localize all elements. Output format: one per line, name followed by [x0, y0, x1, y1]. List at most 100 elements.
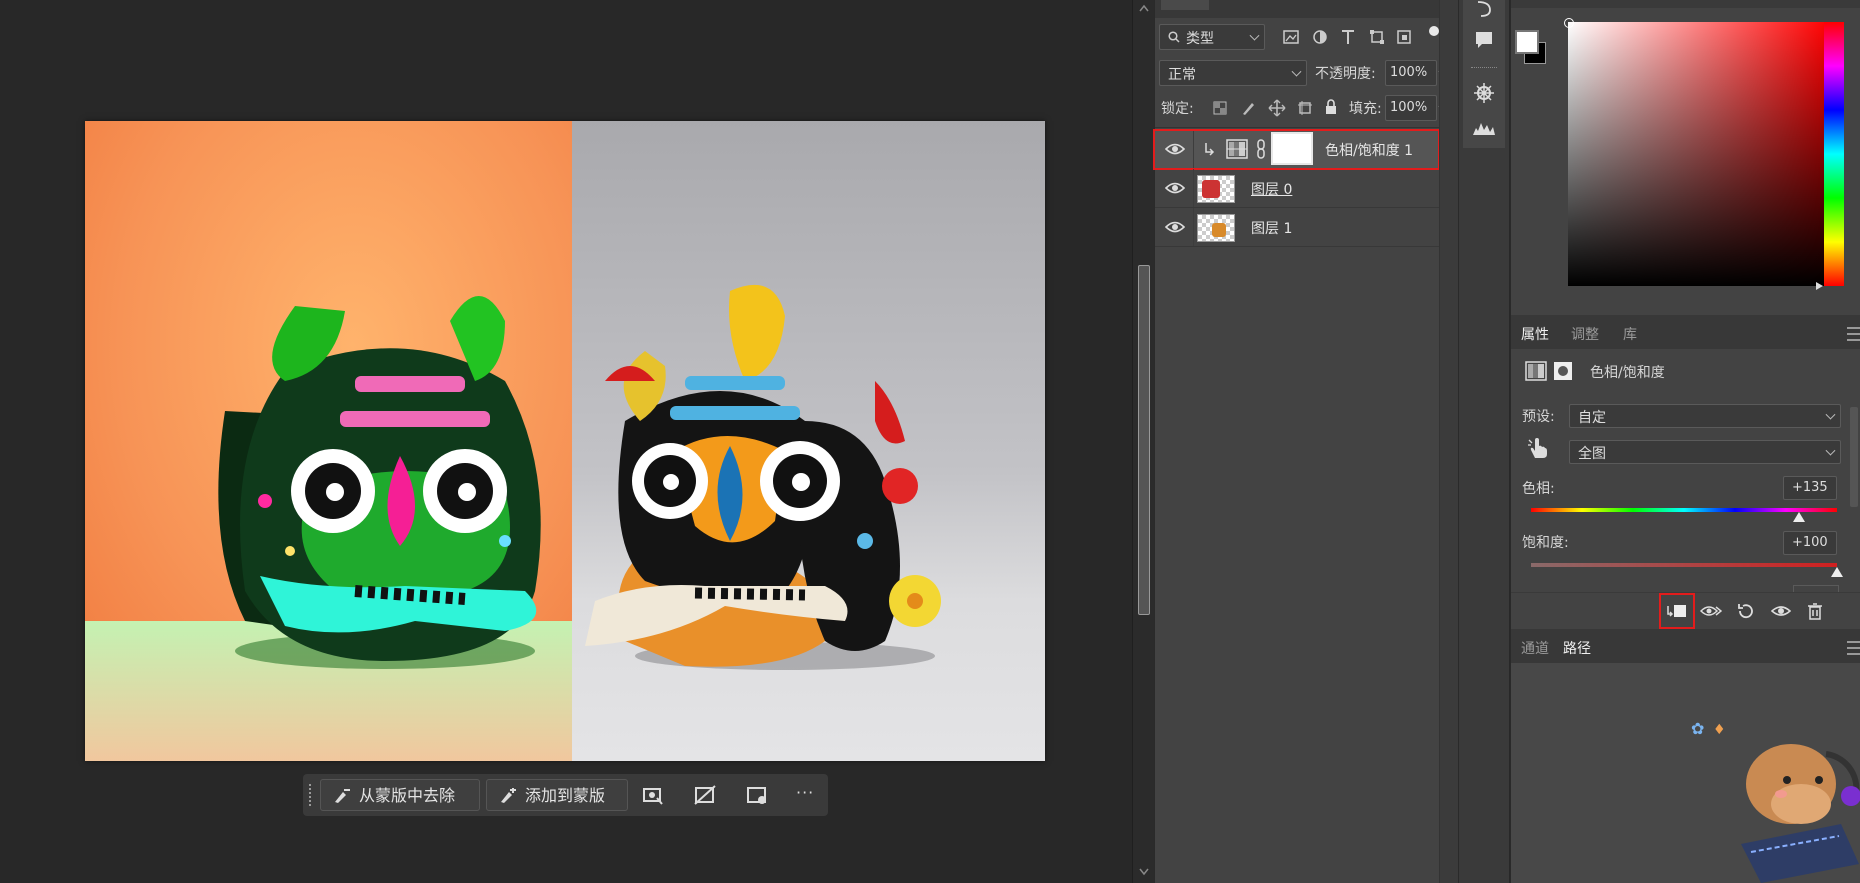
- paths-panel: 通道 路径 ✿ ♦: [1511, 629, 1860, 883]
- lock-position-icon[interactable]: [1268, 99, 1286, 117]
- layers-scrollbar[interactable]: [1439, 0, 1460, 883]
- chevron-down-icon: [1249, 30, 1260, 41]
- color-tab-strip: [1511, 0, 1860, 8]
- blend-mode-value: 正常: [1168, 67, 1196, 83]
- opacity-value: 100%: [1390, 65, 1428, 80]
- lock-label: 锁定:: [1161, 101, 1194, 117]
- view-mask-icon[interactable]: [744, 782, 770, 808]
- hue-label: 色相:: [1522, 481, 1555, 497]
- svg-text:✿: ✿: [1691, 719, 1704, 738]
- paths-tabbar: 通道 路径: [1511, 629, 1860, 663]
- histogram-icon[interactable]: [1472, 118, 1496, 136]
- opacity-input[interactable]: 100%: [1385, 60, 1437, 86]
- tab-adjustments[interactable]: 调整: [1571, 324, 1599, 344]
- hue-slider-thumb[interactable]: [1792, 512, 1805, 522]
- panel-icon-strip: [1458, 0, 1509, 883]
- divider: [1193, 208, 1194, 246]
- range-select[interactable]: 全图: [1569, 440, 1841, 464]
- layer-filter-label: 类型: [1186, 31, 1214, 47]
- subtract-from-mask-label: 从蒙版中去除: [359, 786, 456, 805]
- comment-icon[interactable]: [1474, 30, 1494, 50]
- targeted-adjustment-hand-icon[interactable]: [1527, 436, 1549, 460]
- foreground-color-swatch[interactable]: [1515, 30, 1539, 54]
- lock-image-pixels-icon[interactable]: [1241, 100, 1257, 116]
- tab-libraries[interactable]: 库: [1623, 324, 1637, 344]
- layers-panel: 类型 正常 不透明度: 100% 锁定: 填充: 100% 色相/饱和度 1 图…: [1153, 0, 1460, 883]
- pixel-filter-icon[interactable]: [1283, 30, 1299, 44]
- mask-icon[interactable]: [1553, 361, 1573, 381]
- saturation-input[interactable]: +100: [1783, 531, 1837, 555]
- canvas-area[interactable]: 从蒙版中去除 添加到蒙版 ···: [0, 0, 1132, 883]
- capybara-sticker: ✿ ♦: [1691, 719, 1860, 883]
- adjustment-filter-icon[interactable]: [1312, 29, 1328, 45]
- lightness-field-partial[interactable]: [1793, 585, 1839, 592]
- hue-input[interactable]: +135: [1783, 476, 1837, 500]
- add-to-mask-button[interactable]: 添加到蒙版: [486, 779, 628, 811]
- document-image[interactable]: [85, 121, 1045, 761]
- preset-select[interactable]: 自定: [1569, 404, 1841, 428]
- selection-highlight: [1153, 129, 1440, 170]
- divider: [1155, 127, 1439, 128]
- layers-tab[interactable]: [1161, 0, 1209, 10]
- history-icon[interactable]: [1475, 0, 1493, 18]
- layer-thumbnail[interactable]: [1197, 214, 1235, 242]
- toggle-visibility-icon[interactable]: [1771, 604, 1791, 618]
- thumbnail-content: [1212, 223, 1226, 237]
- subtract-from-mask-button[interactable]: 从蒙版中去除: [320, 779, 480, 811]
- scroll-down-icon[interactable]: [1139, 868, 1149, 876]
- contextual-task-bar: 从蒙版中去除 添加到蒙版 ···: [303, 774, 828, 816]
- view-previous-state-icon[interactable]: [1700, 603, 1722, 619]
- navigator-wheel-icon[interactable]: [1473, 82, 1495, 104]
- blend-mode-select[interactable]: 正常: [1159, 60, 1307, 86]
- divider: [1193, 169, 1194, 207]
- more-options-button[interactable]: ···: [796, 783, 814, 802]
- fill-input[interactable]: 100%: [1385, 95, 1437, 121]
- disable-mask-icon[interactable]: [692, 782, 718, 808]
- filter-toggle-icon[interactable]: [1429, 26, 1439, 36]
- hue-slider-track[interactable]: [1531, 508, 1837, 512]
- reset-icon[interactable]: [1736, 602, 1754, 620]
- visibility-eye-icon[interactable]: [1165, 219, 1185, 235]
- lock-transparent-pixels-icon[interactable]: [1213, 101, 1227, 115]
- panel-menu-icon[interactable]: [1847, 641, 1860, 655]
- type-filter-icon[interactable]: [1341, 29, 1355, 45]
- hue-saturation-adjustment-icon[interactable]: [1525, 361, 1547, 381]
- delete-icon[interactable]: [1807, 602, 1823, 620]
- shape-filter-icon[interactable]: [1369, 29, 1385, 45]
- canvas-vertical-scrollbar[interactable]: [1132, 0, 1155, 883]
- scroll-up-icon[interactable]: [1139, 4, 1149, 12]
- brush-minus-icon: [335, 789, 350, 803]
- thumbnail-content: [1202, 180, 1220, 198]
- chevron-down-icon: [1825, 445, 1836, 456]
- smart-object-filter-icon[interactable]: [1396, 29, 1412, 45]
- tab-properties[interactable]: 属性: [1521, 324, 1549, 344]
- properties-title: 色相/饱和度: [1590, 365, 1665, 381]
- drag-handle-icon[interactable]: [309, 784, 314, 806]
- hue-strip[interactable]: [1824, 22, 1844, 286]
- hue-value: +135: [1792, 480, 1828, 495]
- color-picker-field[interactable]: [1568, 22, 1830, 286]
- properties-scrollbar-thumb[interactable]: [1850, 407, 1858, 507]
- lock-artboard-icon[interactable]: [1297, 100, 1313, 116]
- chevron-down-icon: [1291, 66, 1302, 77]
- properties-tabbar: 属性 调整 库: [1511, 315, 1860, 349]
- preset-value: 自定: [1578, 410, 1606, 426]
- panel-menu-icon[interactable]: [1847, 327, 1860, 341]
- layer-filter-select[interactable]: 类型: [1159, 24, 1265, 50]
- scrollbar-thumb[interactable]: [1138, 265, 1150, 615]
- mask-options-icon[interactable]: [640, 782, 666, 808]
- range-value: 全图: [1578, 446, 1606, 462]
- add-to-mask-label: 添加到蒙版: [525, 786, 606, 805]
- saturation-slider-thumb[interactable]: [1831, 567, 1843, 577]
- lock-all-icon[interactable]: [1324, 99, 1338, 115]
- layer-thumbnail[interactable]: [1197, 175, 1235, 203]
- hue-strip-marker[interactable]: [1816, 282, 1823, 290]
- layer-row-layer-0[interactable]: 图层 0: [1155, 169, 1439, 208]
- layer-row-layer-1[interactable]: 图层 1: [1155, 208, 1439, 247]
- tab-channels[interactable]: 通道: [1521, 638, 1549, 658]
- visibility-eye-icon[interactable]: [1165, 180, 1185, 196]
- color-picker-cursor[interactable]: [1564, 18, 1574, 28]
- tab-paths[interactable]: 路径: [1563, 638, 1591, 658]
- divider: [1471, 67, 1497, 69]
- saturation-slider-track[interactable]: [1531, 563, 1837, 567]
